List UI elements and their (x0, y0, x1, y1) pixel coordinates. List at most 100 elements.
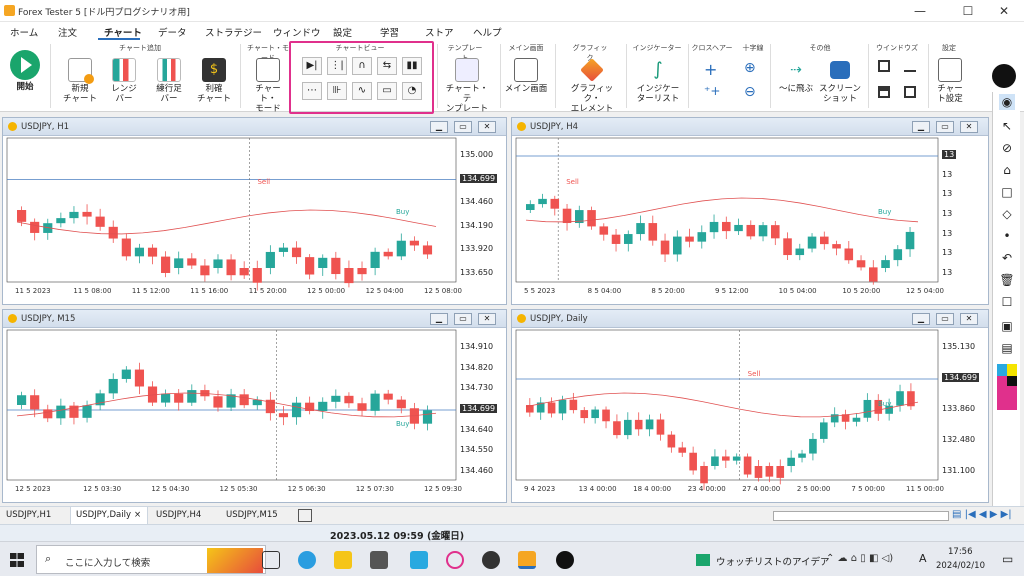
renko-button[interactable]: レンジ バー (104, 58, 144, 104)
candle (611, 234, 621, 244)
ruler-icon[interactable]: ◇ (999, 206, 1015, 222)
horizontal-scrollbar[interactable] (773, 511, 949, 521)
navigation-controls[interactable]: ▤ |◀ ◀ ▶ ▶| (952, 509, 1012, 520)
candle (852, 417, 861, 422)
profit-chart-button[interactable]: $ 利確 チャート (194, 58, 234, 104)
price-label: 134.910 (460, 342, 494, 351)
tab-usdjpy-m15[interactable]: USDJPY,M15 (226, 510, 278, 520)
chart-plot[interactable] (3, 118, 506, 304)
chart-window-h4[interactable]: USDJPY, H4▁▭✕USDJPY、H4, セル: 405, スケール: 1… (511, 117, 989, 305)
maximize-button[interactable]: ☐ (954, 2, 982, 20)
tab-close-icon[interactable]: × (134, 510, 141, 520)
clipboard-icon[interactable]: ▤ (999, 340, 1015, 356)
task-view-icon[interactable] (262, 551, 280, 569)
edge-icon[interactable] (298, 551, 316, 569)
camera-tool-icon[interactable]: ▣ (999, 318, 1015, 334)
chart-mode-button[interactable]: チャート・ モード (248, 58, 288, 114)
menu-settings[interactable]: 設定 (333, 25, 352, 39)
date-label: 23 4 00:00 (687, 485, 726, 493)
chart-window-h1[interactable]: USDJPY, H1▁▭✕USDJPY、H1, セル: 270, スケール: 1… (2, 117, 507, 305)
template-button[interactable]: チャート・テ ンプレート (442, 58, 492, 114)
fullscreen-icon[interactable] (298, 509, 312, 522)
rectangle-icon[interactable]: □ (999, 184, 1015, 200)
template-icon (455, 58, 479, 82)
separator (688, 44, 689, 108)
hide-tool-icon[interactable]: ⊘ (999, 140, 1015, 156)
jump-button[interactable]: ⇢ 〜に飛ぶ (776, 58, 816, 94)
menu-home[interactable]: ホーム (10, 25, 38, 39)
trash-icon[interactable]: 🗑 (999, 272, 1015, 288)
screenshot-button[interactable]: スクリーン ショット (818, 58, 862, 104)
minimize-button[interactable]: — (906, 2, 934, 20)
calculator-icon[interactable] (370, 551, 388, 569)
candle (422, 245, 433, 255)
menu-window[interactable]: ウィンドウ (273, 25, 321, 39)
date-label: 11 5 16:00 (190, 287, 229, 295)
price-label: 134.699 (460, 173, 498, 183)
store-icon[interactable] (410, 551, 428, 569)
crosshair-icon[interactable]: + (704, 60, 717, 79)
menu-chart[interactable]: チャート (104, 25, 142, 39)
dot-icon[interactable]: • (999, 228, 1015, 244)
app-icon-2[interactable] (482, 551, 500, 569)
chart-plot[interactable] (512, 310, 988, 502)
explorer-icon[interactable] (334, 551, 352, 569)
chart-window-m15[interactable]: USDJPY, M15▁▭✕USDJPY、M15, セル: 90, スケール: … (2, 309, 507, 503)
zoom-out-icon[interactable]: ⊖ (744, 84, 756, 100)
candle (697, 232, 707, 242)
notification-icon[interactable]: ▭ (1002, 552, 1013, 566)
crosshair-measure-icon[interactable]: ⁺+ (704, 84, 720, 98)
cursor-icon[interactable]: ↖ (999, 118, 1015, 134)
tray-icons[interactable]: ⌃ ☁ ⌂ ▯ ◧ ◁) (826, 553, 893, 564)
date-label: 9 4 2023 (524, 485, 556, 493)
search-icon: ⌕ (45, 552, 52, 565)
heikin-button[interactable]: 練行足 バー (148, 58, 190, 104)
taskbar-search-box[interactable]: ⌕ ここに入力して検索 (36, 545, 266, 574)
undo-icon[interactable]: ↶ (999, 250, 1015, 266)
menu-learn[interactable]: 学習 (380, 25, 399, 39)
menu-help[interactable]: ヘルプ (473, 25, 502, 39)
window-tile-vertical-icon[interactable] (904, 86, 916, 98)
chart-settings-button[interactable]: チャー ト設定 (932, 58, 968, 104)
price-label: 13 (942, 150, 957, 159)
candle (754, 466, 763, 478)
window-minimize-all-icon[interactable] (904, 70, 916, 72)
candle (17, 210, 27, 222)
window-cascade-icon[interactable] (878, 60, 890, 72)
forex-tester-taskbar-icon[interactable] (518, 551, 536, 569)
menu-data[interactable]: データ (158, 25, 187, 39)
tradingview-icon[interactable] (556, 551, 574, 569)
watchlist-ideas[interactable]: ウォッチリストのアイデア (716, 554, 830, 568)
start-label: 開始 (16, 82, 34, 92)
graphic-element-button[interactable]: グラフィック・ エレメント (563, 58, 621, 114)
date-label: 10 5 04:00 (778, 287, 817, 295)
tag-icon[interactable]: ⌂ (999, 162, 1015, 178)
eye-icon[interactable]: ◉ (999, 94, 1015, 110)
indicator-list-button[interactable]: ∫ インジケー ターリスト (632, 58, 684, 104)
brand-logo-icon[interactable] (992, 64, 1016, 88)
menu-order[interactable]: 注文 (58, 25, 77, 39)
zoom-in-icon[interactable]: ⊕ (744, 60, 756, 76)
candle (550, 198, 560, 209)
tab-usdjpy-h1[interactable]: USDJPY,H1 (6, 510, 51, 520)
menu-store[interactable]: ストア (425, 25, 454, 39)
close-button[interactable]: ✕ (990, 2, 1018, 20)
new-chart-button[interactable]: 新規 チャート (60, 58, 100, 104)
chart-window-daily[interactable]: USDJPY, Daily▁▭✕USDJPY、Daily, セル: 1380, … (511, 309, 989, 503)
window-tile-horizontal-icon[interactable] (878, 86, 890, 98)
renko-label: レンジ バー (111, 84, 137, 104)
tab-usdjpy-h4[interactable]: USDJPY,H4 (156, 510, 201, 520)
windows-start-icon[interactable] (10, 553, 24, 567)
menu-strategy[interactable]: ストラテジー (205, 25, 262, 39)
main-screen-button[interactable]: メイン画面 (503, 58, 549, 94)
candle (722, 456, 730, 461)
robot-icon[interactable]: ☐ (999, 294, 1015, 310)
chart-plot[interactable] (512, 118, 988, 304)
app-icon-1[interactable] (446, 551, 464, 569)
start-button[interactable]: 開始 (6, 50, 44, 92)
tab-usdjpy-daily[interactable]: USDJPY,Daily (76, 510, 131, 520)
chart-plot[interactable] (3, 310, 506, 502)
color-palette-icon[interactable] (997, 364, 1017, 410)
date-label: 8 5 20:00 (651, 287, 685, 295)
ime-indicator[interactable]: A (919, 552, 927, 565)
